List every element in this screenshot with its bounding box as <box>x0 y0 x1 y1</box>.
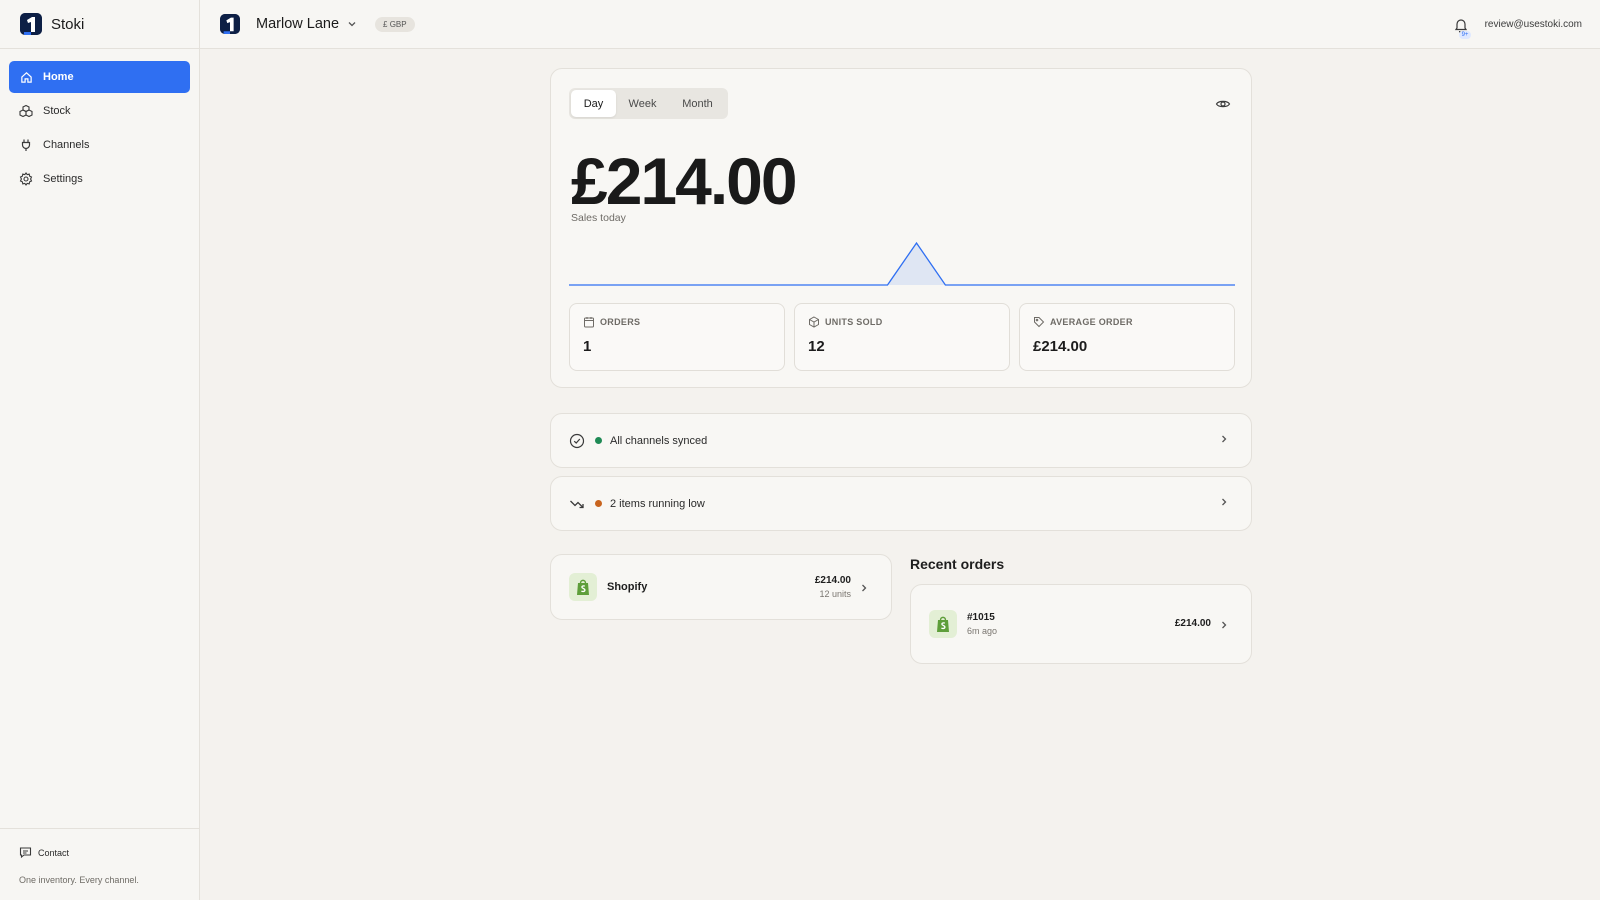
stat-orders: ORDERS 1 <box>569 303 785 371</box>
order-id: #1015 <box>967 612 995 623</box>
sidebar-item-label: Channels <box>43 139 90 151</box>
order-amount: £214.00 <box>1174 618 1211 629</box>
tab-month[interactable]: Month <box>669 90 726 117</box>
chevron-down-icon <box>347 19 357 29</box>
stoki-logo <box>20 13 42 35</box>
sales-card: Day Week Month £214.00 Sales today ORDER… <box>550 68 1252 388</box>
stat-value: 1 <box>583 338 592 355</box>
sidebar-footer: Contact One inventory. Every channel. <box>0 828 199 900</box>
channel-summary: £214.00 12 units <box>815 575 851 599</box>
store-name: Marlow Lane <box>256 16 340 32</box>
chevron-right-icon <box>1219 497 1229 507</box>
chevron-right-icon <box>1219 620 1229 630</box>
order-row[interactable]: #1015 6m ago £214.00 <box>910 584 1252 664</box>
plug-icon <box>19 138 33 152</box>
stat-label: AVERAGE ORDER <box>1050 317 1133 327</box>
sidebar-item-label: Stock <box>43 105 71 117</box>
brand-name: Stoki <box>51 15 85 33</box>
chevron-right-icon <box>1219 434 1229 444</box>
low-stock-row[interactable]: 2 items running low <box>550 476 1252 531</box>
stat-units-sold: UNITS SOLD 12 <box>794 303 1010 371</box>
topbar-right: 9+ review@usestoki.com <box>1453 0 1582 49</box>
brand[interactable]: Stoki <box>0 0 199 49</box>
sidebar-nav: Home Stock Channels Settings <box>0 49 199 195</box>
channel-card-shopify[interactable]: Shopify £214.00 12 units <box>550 554 892 620</box>
home-icon <box>19 70 33 84</box>
tab-week[interactable]: Week <box>616 90 669 117</box>
sidebar-item-channels[interactable]: Channels <box>9 129 190 161</box>
shopify-icon <box>569 573 597 601</box>
store-logo <box>220 14 240 34</box>
app-root: Stoki Home Stock Channels Settings Conta… <box>0 0 1600 900</box>
stat-value: £214.00 <box>1033 338 1088 355</box>
topbar: Marlow Lane £ GBP 9+ review@usestoki.com <box>200 0 1600 49</box>
message-icon <box>19 846 32 859</box>
sidebar-item-label: Home <box>43 71 74 83</box>
stock-icon <box>19 104 33 118</box>
notifications-button[interactable]: 9+ <box>1453 17 1472 39</box>
sidebar: Stoki Home Stock Channels Settings Conta… <box>0 0 200 900</box>
period-selector: Day Week Month <box>569 88 728 119</box>
store-switcher[interactable]: Marlow Lane <box>220 14 357 34</box>
stat-label: UNITS SOLD <box>825 317 883 327</box>
trending-down-icon <box>569 496 585 512</box>
currency-badge: £ GBP <box>375 16 415 32</box>
status-dot <box>595 500 602 507</box>
tagline: One inventory. Every channel. <box>19 875 139 885</box>
order-info: #1015 6m ago <box>967 612 997 636</box>
check-circle-icon <box>569 433 585 449</box>
channel-units: 12 units <box>819 589 851 599</box>
sync-status-row[interactable]: All channels synced <box>550 413 1252 468</box>
sales-sparkline <box>569 241 1235 286</box>
status-dot <box>595 437 602 444</box>
user-email[interactable]: review@usestoki.com <box>1485 19 1582 30</box>
status-text: 2 items running low <box>610 497 705 510</box>
stat-label: ORDERS <box>600 317 641 327</box>
tab-day[interactable]: Day <box>571 90 616 117</box>
status-text: All channels synced <box>610 434 708 447</box>
sidebar-item-home[interactable]: Home <box>9 61 190 93</box>
channel-amount: £214.00 <box>814 575 851 586</box>
notification-badge: 9+ <box>1458 30 1472 39</box>
stat-average-order: AVERAGE ORDER £214.00 <box>1019 303 1235 371</box>
chevron-right-icon <box>859 583 869 593</box>
contact-link[interactable]: Contact <box>19 846 199 859</box>
order-time: 6m ago <box>967 626 998 636</box>
contact-label: Contact <box>38 847 70 858</box>
gear-icon <box>19 172 33 186</box>
stat-value: 12 <box>808 338 825 355</box>
tag-icon <box>1033 316 1045 328</box>
calendar-icon <box>583 316 595 328</box>
sales-label: Sales today <box>571 212 626 224</box>
sidebar-item-stock[interactable]: Stock <box>9 95 190 127</box>
package-icon <box>808 316 820 328</box>
sidebar-item-settings[interactable]: Settings <box>9 163 190 195</box>
shopify-icon <box>929 610 957 638</box>
sales-amount: £214.00 <box>571 144 798 218</box>
eye-icon[interactable] <box>1215 96 1231 112</box>
sidebar-item-label: Settings <box>43 173 83 185</box>
recent-orders-title: Recent orders <box>910 556 1005 572</box>
channel-name: Shopify <box>607 581 648 593</box>
